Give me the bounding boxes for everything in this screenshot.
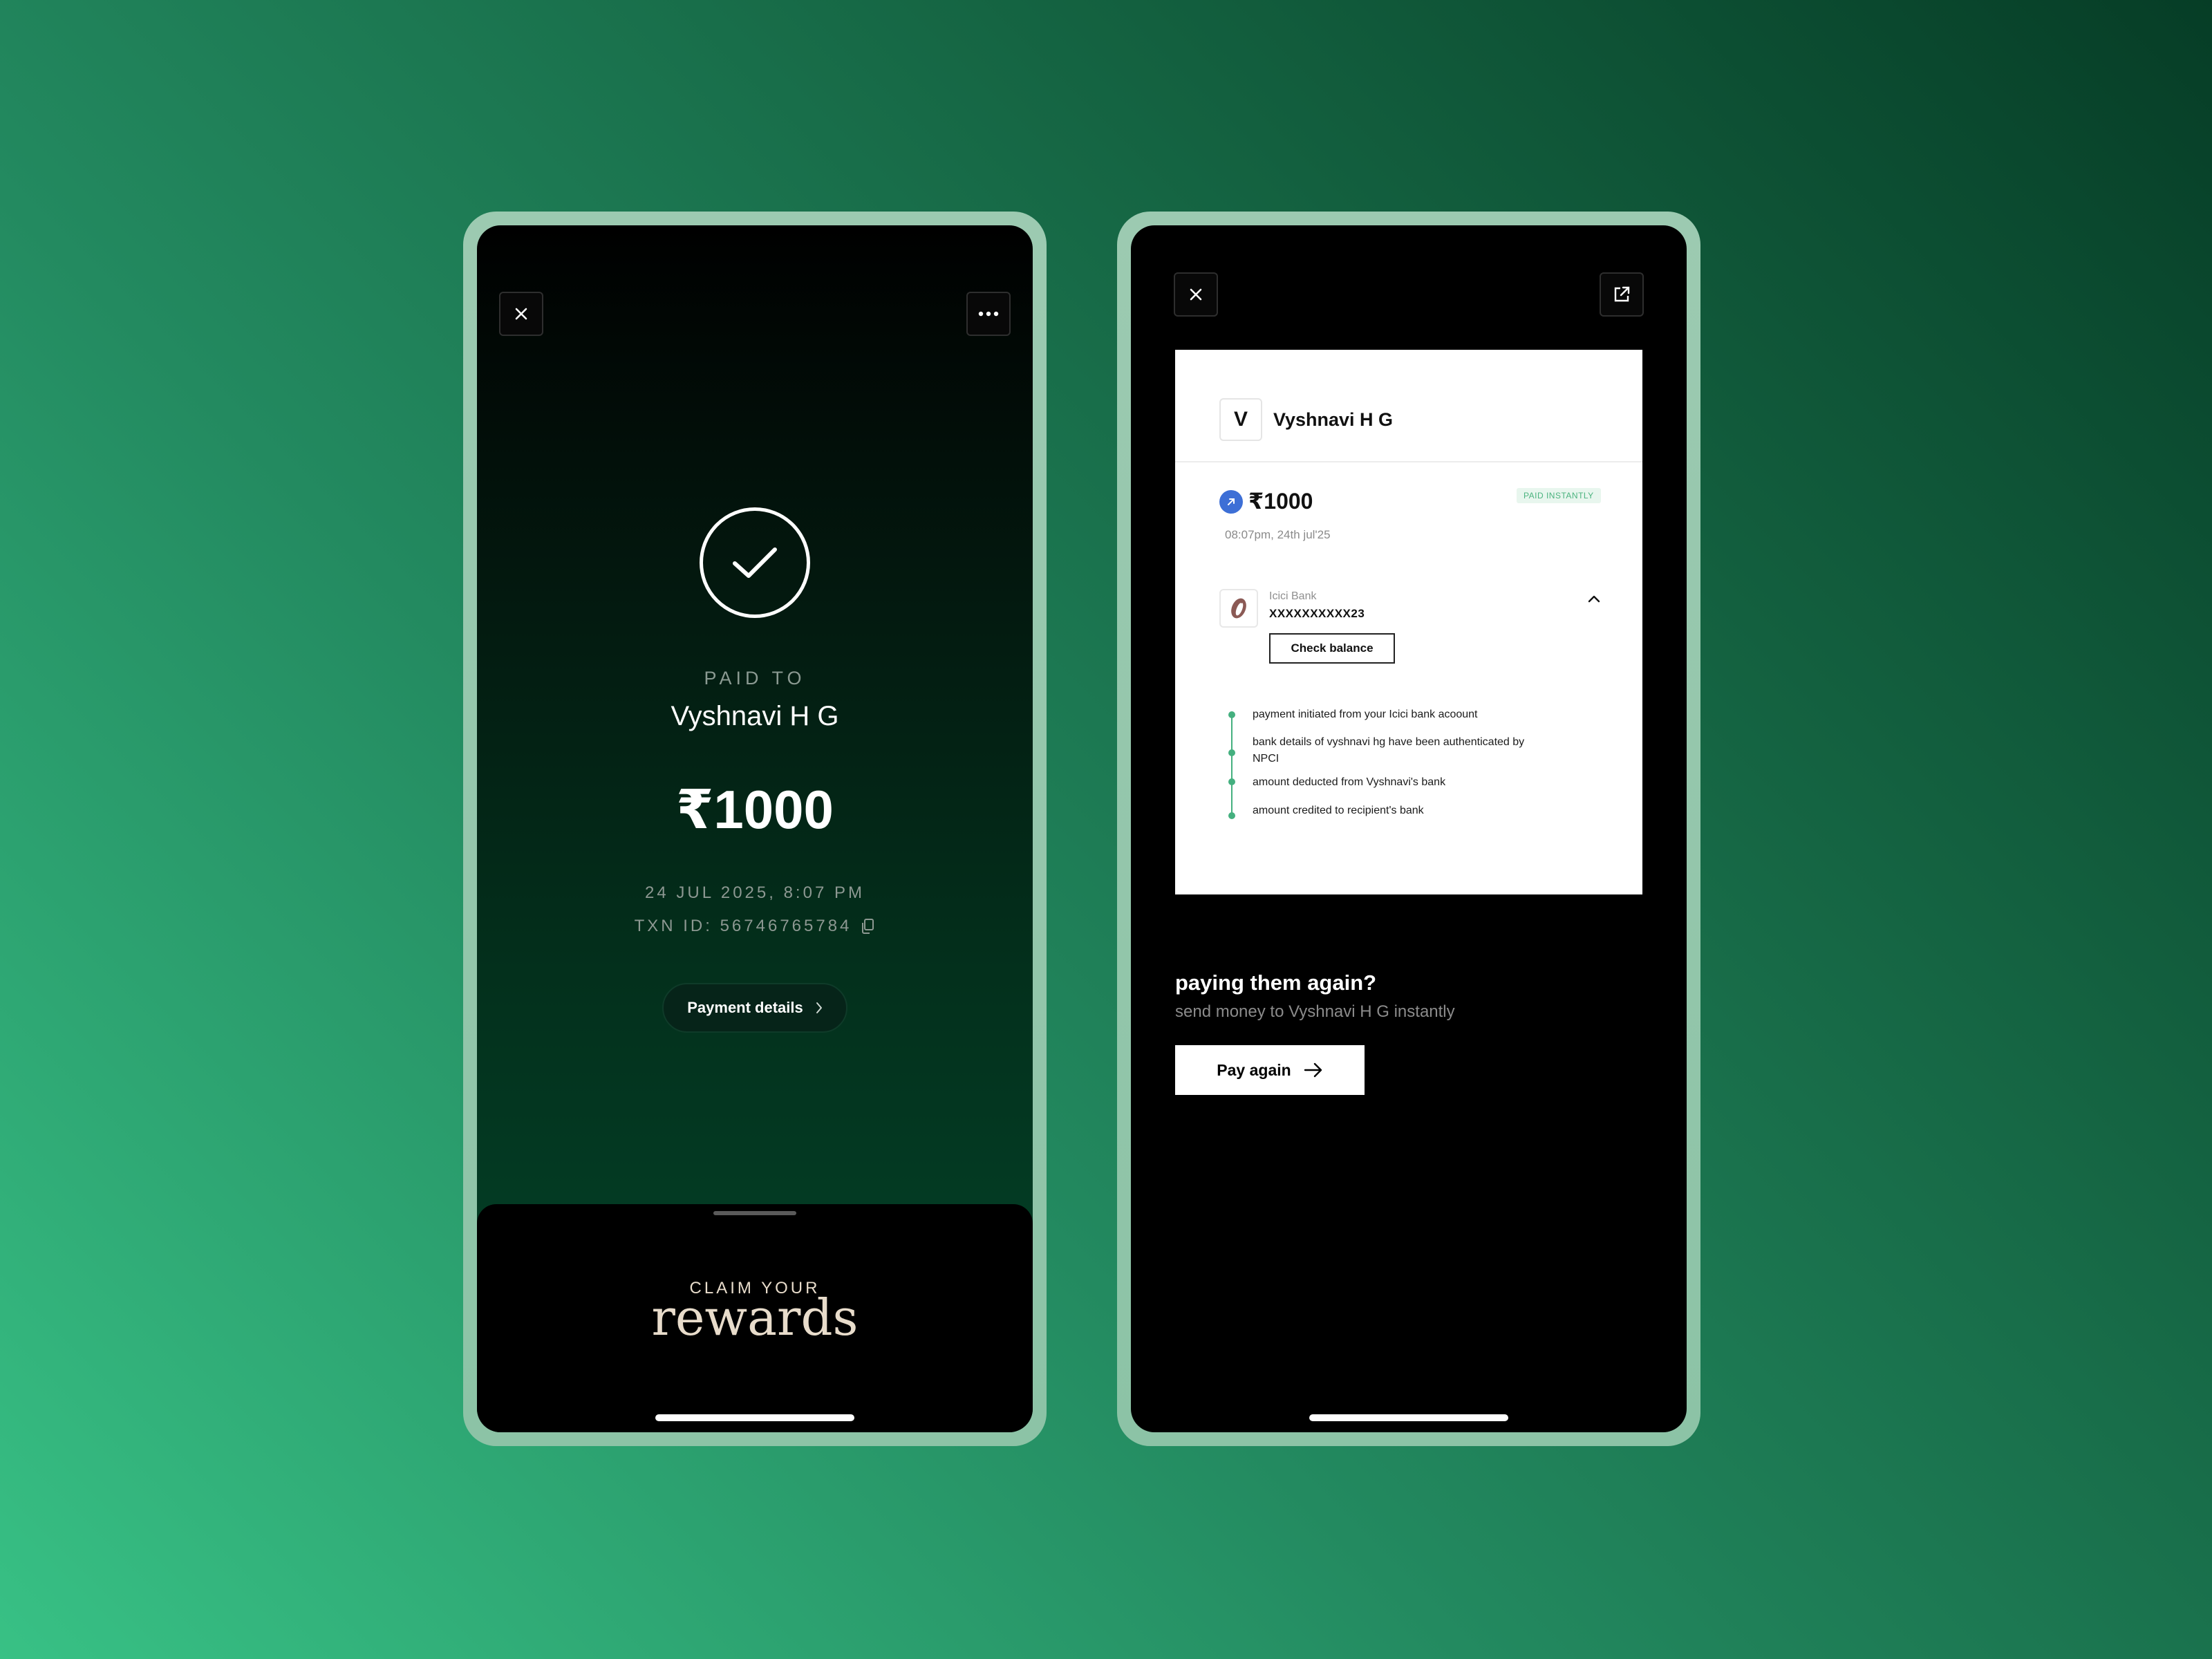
bank-logo-icon	[1219, 589, 1258, 628]
receipt-card: V Vyshnavi H G ₹1000 PAID INSTANTLY 08:0…	[1175, 350, 1642, 894]
chevron-right-icon	[816, 1002, 822, 1013]
chevron-up-icon	[1588, 595, 1600, 603]
phone-success: PAID TO Vyshnavi H G ₹1000 24 JUL 2025, …	[463, 212, 1047, 1446]
receipt-payee-name: Vyshnavi H G	[1273, 409, 1394, 430]
timeline-dot	[1228, 812, 1235, 819]
phone-receipt: V Vyshnavi H G ₹1000 PAID INSTANTLY 08:0…	[1117, 212, 1700, 1446]
receipt-screen: V Vyshnavi H G ₹1000 PAID INSTANTLY 08:0…	[1131, 225, 1687, 1432]
receipt-amount: ₹1000	[1248, 489, 1313, 514]
check-icon	[733, 547, 777, 578]
timeline-dot	[1228, 749, 1235, 756]
timeline-step: payment initiated from your Icici bank a…	[1253, 709, 1478, 720]
close-icon	[1190, 288, 1202, 301]
check-balance-button[interactable]: Check balance	[1269, 633, 1395, 664]
timeline-step: amount deducted from Vyshnavi's bank	[1253, 776, 1446, 788]
bank-account-number: XXXXXXXXXX23	[1269, 607, 1365, 620]
payment-datetime: 24 JUL 2025, 8:07 PM	[645, 883, 865, 902]
transaction-id: TXN ID: 56746765784	[634, 917, 852, 935]
payee-name: Vyshnavi H G	[671, 701, 839, 731]
copy-icon[interactable]	[860, 918, 875, 935]
receipt-time: 08:07pm, 24th jul'25	[1225, 528, 1331, 541]
timeline-dot	[1228, 778, 1235, 785]
more-icon	[978, 311, 999, 317]
rewards-sheet[interactable]: CLAIM YOUR rewards	[477, 1204, 1033, 1432]
timeline-dot	[1228, 711, 1235, 718]
pay-again-subtitle: send money to Vyshnavi H G instantly	[1175, 1002, 1455, 1021]
pay-again-button[interactable]: Pay again	[1175, 1045, 1365, 1095]
payment-details-button[interactable]: Payment details	[662, 983, 847, 1033]
close-button[interactable]	[1174, 272, 1218, 317]
close-icon	[515, 308, 527, 320]
status-badge: PAID INSTANTLY	[1517, 488, 1601, 503]
success-check	[700, 507, 810, 618]
more-options-button[interactable]	[966, 292, 1011, 336]
bank-name: Icici Bank	[1269, 590, 1317, 602]
avatar: V	[1219, 398, 1262, 441]
sent-arrow-icon	[1219, 490, 1243, 514]
payment-amount: ₹1000	[676, 779, 834, 840]
success-screen: PAID TO Vyshnavi H G ₹1000 24 JUL 2025, …	[477, 225, 1033, 1432]
home-indicator	[1309, 1414, 1508, 1421]
pay-again-title: paying them again?	[1175, 971, 1377, 995]
share-icon	[1614, 286, 1630, 302]
payment-details-label: Payment details	[687, 999, 803, 1016]
timeline-step: bank details of vyshnavi hg have been au…	[1253, 736, 1525, 765]
close-button[interactable]	[499, 292, 543, 336]
share-button[interactable]	[1600, 272, 1644, 317]
arrow-right-icon	[1304, 1062, 1322, 1078]
pay-again-label: Pay again	[1217, 1060, 1291, 1079]
paid-to-label: PAID TO	[704, 668, 806, 688]
transaction-id-row: TXN ID: 56746765784	[477, 917, 1033, 936]
timeline-step: amount credited to recipient's bank	[1253, 805, 1424, 816]
receipt-header: V Vyshnavi H G	[1175, 350, 1642, 462]
rewards-title: rewards	[651, 1288, 859, 1347]
home-indicator	[655, 1414, 854, 1421]
timeline-line	[1231, 715, 1232, 816]
sheet-drag-handle[interactable]	[713, 1211, 796, 1215]
collapse-bank-details-button[interactable]	[1584, 589, 1604, 608]
